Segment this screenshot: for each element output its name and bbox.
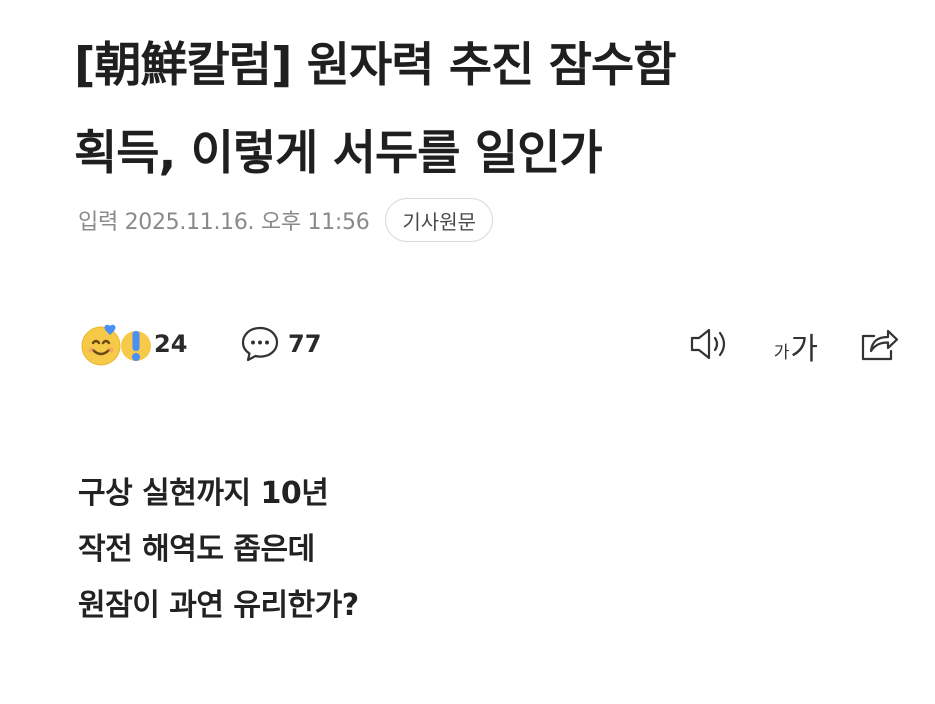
font-size-small-label: 가 [773, 343, 790, 363]
reaction-emoji-group [80, 321, 154, 367]
reaction-button[interactable]: 24 [80, 320, 187, 368]
subheading-line: 원잠이 과연 유리한가? [78, 588, 359, 623]
exclamation-emoji-icon [121, 331, 151, 361]
share-icon [861, 329, 899, 361]
published-timestamp: 입력 2025.11.16. 오후 11:56 [78, 210, 370, 235]
article-tools: 가 가 [688, 320, 900, 368]
speech-bubble-icon [241, 326, 279, 362]
headline-line-1: [朝鮮칼럼] 원자력 추진 잠수함 [74, 38, 676, 93]
tts-button[interactable] [688, 320, 732, 368]
article-page: [朝鮮칼럼] 원자력 추진 잠수함 획득, 이렇게 서두를 일인가 입력 202… [0, 0, 935, 704]
article-meta: 입력 2025.11.16. 오후 11:56 기사원문 [78, 196, 494, 244]
subheading-line: 작전 해역도 좁은데 [78, 532, 315, 567]
comment-button[interactable]: 77 [240, 320, 321, 368]
speaker-icon [690, 328, 725, 360]
article-toolbar: 24 77 가 가 [80, 320, 900, 368]
original-article-button[interactable]: 기사원문 [385, 198, 494, 242]
headline-line-2: 획득, 이렇게 서두를 일인가 [74, 126, 603, 181]
article-headline: [朝鮮칼럼] 원자력 추진 잠수함 획득, 이렇게 서두를 일인가 [74, 22, 894, 198]
comment-count: 77 [288, 330, 322, 358]
subheading-line: 구상 실현까지 10년 [78, 476, 329, 511]
reaction-count: 24 [154, 330, 188, 358]
font-size-large-label: 가 [790, 332, 818, 367]
article-subheadings: 구상 실현까지 10년 작전 해역도 좁은데 원잠이 과연 유리한가? [78, 466, 359, 634]
font-size-button[interactable]: 가 가 [774, 320, 818, 368]
share-button[interactable] [858, 320, 900, 368]
